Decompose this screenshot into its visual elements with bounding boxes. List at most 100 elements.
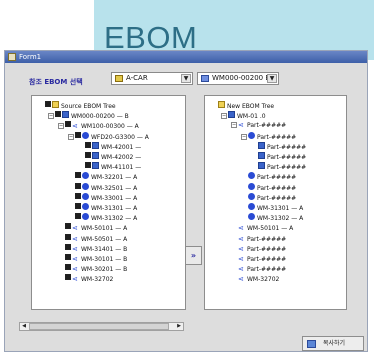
- tree-node-label: WM-31302 — A: [257, 215, 304, 223]
- copy-button-label: 복사하기: [323, 340, 346, 347]
- tree-checkbox[interactable]: [65, 264, 71, 271]
- tree-node[interactable]: − WM000-00200 — B: [48, 111, 129, 120]
- tree-checkbox[interactable]: [85, 162, 91, 169]
- tree-node[interactable]: ⋖ Part-#####: [231, 234, 286, 243]
- tree-node-label: WM-32702: [81, 276, 114, 284]
- tree-node[interactable]: Part-#####: [251, 152, 306, 161]
- tree-checkbox[interactable]: [85, 152, 91, 158]
- tree-node[interactable]: ⋖ Part-#####: [231, 244, 286, 253]
- scroll-thumb[interactable]: [29, 323, 169, 330]
- tree-node-label: WM100-00300 — A: [81, 123, 139, 131]
- tree-node-label: WM-50501 — A: [81, 235, 128, 243]
- assy-icon: [248, 213, 255, 221]
- tree-node[interactable]: ⋖ WM-32702: [231, 274, 279, 284]
- car-select[interactable]: A-CAR ▼: [111, 72, 193, 85]
- tree-toggle-icon[interactable]: −: [48, 113, 54, 120]
- tree-toggle-icon[interactable]: −: [58, 123, 64, 130]
- tree-node[interactable]: − Part-#####: [241, 131, 297, 141]
- tree-checkbox[interactable]: [65, 274, 71, 281]
- assy-icon: [248, 172, 255, 180]
- tree-node[interactable]: − ⋖ WM100-00300 — A: [58, 121, 139, 130]
- tree-node[interactable]: WM-32501 — A: [68, 182, 138, 192]
- tree-node[interactable]: WM-42002 —: [78, 152, 141, 161]
- tree-node-label: WM-32201 — A: [91, 174, 138, 182]
- tree-node[interactable]: Part-#####: [241, 182, 296, 192]
- tree-checkbox[interactable]: [65, 223, 71, 230]
- tree-node[interactable]: Part-#####: [251, 141, 307, 151]
- chevron-down-icon[interactable]: ▼: [181, 74, 191, 83]
- tree-node[interactable]: ⋖ WM-32702: [58, 274, 113, 283]
- tree-node-label: Part-#####: [247, 256, 287, 263]
- tree-node[interactable]: WM-32201 — A: [68, 172, 137, 181]
- tree-node[interactable]: Source EBOM Tree: [38, 101, 116, 110]
- ref-ebom-label: 참조 EBOM 선택: [29, 78, 83, 86]
- tree-checkbox[interactable]: [65, 254, 71, 260]
- horizontal-scrollbar[interactable]: ◀ ▶: [19, 322, 184, 331]
- tree-node[interactable]: WM-42001 —: [78, 141, 141, 151]
- tree-checkbox[interactable]: [85, 141, 91, 148]
- copy-button[interactable]: 복사하기: [302, 336, 364, 351]
- branch-icon: ⋖: [72, 234, 78, 243]
- tree-checkbox[interactable]: [75, 131, 81, 138]
- tree-node-label: Part-#####: [257, 133, 297, 141]
- tree-node[interactable]: ⋖ WM-50101 — A: [231, 223, 293, 233]
- tree-node[interactable]: ⋖ WM-30101 — B: [58, 254, 127, 263]
- tree-node[interactable]: Part-#####: [251, 162, 306, 171]
- branch-icon: ⋖: [72, 122, 78, 131]
- tree-checkbox[interactable]: [75, 182, 81, 189]
- tree-checkbox[interactable]: [75, 172, 81, 179]
- tree-checkbox[interactable]: [75, 213, 81, 220]
- tree-node[interactable]: ⋖ Part-#####: [231, 264, 286, 274]
- tree-node[interactable]: WM-31301 — A: [241, 203, 303, 212]
- branch-icon: ⋖: [72, 265, 78, 274]
- tree-checkbox[interactable]: [55, 111, 61, 118]
- tree-node-label: WM-31301 — A: [257, 205, 304, 212]
- assy-icon: [248, 131, 255, 139]
- tree-checkbox[interactable]: [45, 101, 51, 107]
- tree-node[interactable]: Part-#####: [241, 192, 296, 202]
- tree-node-label: Part-#####: [247, 235, 287, 243]
- tree-node[interactable]: ⋖ WM-50501 — A: [58, 233, 128, 243]
- tree-checkbox[interactable]: [65, 233, 71, 240]
- copy-icon: [307, 340, 316, 348]
- tree-node-label: WM-32501 — A: [91, 184, 138, 192]
- assy-icon: [82, 192, 89, 200]
- tree-node[interactable]: WM-31302 — A: [241, 213, 303, 222]
- assy-icon: [82, 131, 89, 139]
- tree-node[interactable]: WM-31301 — A: [68, 203, 137, 212]
- tree-toggle-icon[interactable]: −: [241, 133, 247, 140]
- tree-checkbox[interactable]: [65, 121, 71, 128]
- source-ebom-tree[interactable]: Source EBOM Tree − WM000-00200 — B − ⋖ WM100-…: [31, 95, 186, 310]
- tree-toggle-icon[interactable]: −: [231, 122, 237, 129]
- tree-node[interactable]: ⋖ Part-#####: [231, 254, 287, 264]
- new-ebom-tree[interactable]: New EBOM Tree − WM-01 .0− ⋖ Part-##### − Part-…: [204, 95, 347, 310]
- tree-node[interactable]: − ⋖ Part-#####: [231, 121, 286, 130]
- tree-checkbox[interactable]: [75, 192, 81, 199]
- scroll-left-icon[interactable]: ◀: [20, 323, 28, 330]
- tree-node[interactable]: WM-31302 — A: [68, 213, 137, 222]
- tree-node[interactable]: − WFD20-G3300 — A: [68, 131, 149, 141]
- tree-node-label: WFD20-G3300 — A: [91, 133, 149, 141]
- tree-node[interactable]: ⋖ WM-50101 — A: [58, 223, 127, 232]
- chevron-down-icon[interactable]: ▼: [267, 74, 277, 83]
- tree-node[interactable]: ⋖ WM-31401 — B: [58, 243, 127, 253]
- tree-checkbox[interactable]: [75, 203, 81, 209]
- tree-toggle-icon[interactable]: −: [68, 133, 74, 140]
- tree-node[interactable]: WM-41101 —: [78, 162, 141, 171]
- tree-toggle-icon[interactable]: −: [221, 113, 227, 120]
- branch-icon: ⋖: [72, 275, 78, 284]
- folder-icon: [52, 101, 59, 108]
- transfer-button[interactable]: »: [185, 246, 202, 265]
- branch-icon: ⋖: [238, 234, 244, 243]
- tree-node[interactable]: New EBOM Tree: [211, 101, 274, 110]
- tree-node-label: Part-#####: [267, 143, 307, 151]
- tree-node[interactable]: − WM-01 .0: [221, 111, 266, 120]
- tree-node[interactable]: ⋖ WM-30201 — B: [58, 264, 127, 273]
- tree-checkbox[interactable]: [65, 243, 71, 250]
- doc-icon: [258, 141, 265, 149]
- window-titlebar: Form1: [5, 51, 367, 63]
- part-select[interactable]: WM000-00200 B ▼: [197, 72, 279, 85]
- tree-node[interactable]: Part-#####: [241, 172, 296, 181]
- tree-node[interactable]: WM-33001 — A: [68, 192, 137, 202]
- scroll-right-icon[interactable]: ▶: [175, 323, 183, 330]
